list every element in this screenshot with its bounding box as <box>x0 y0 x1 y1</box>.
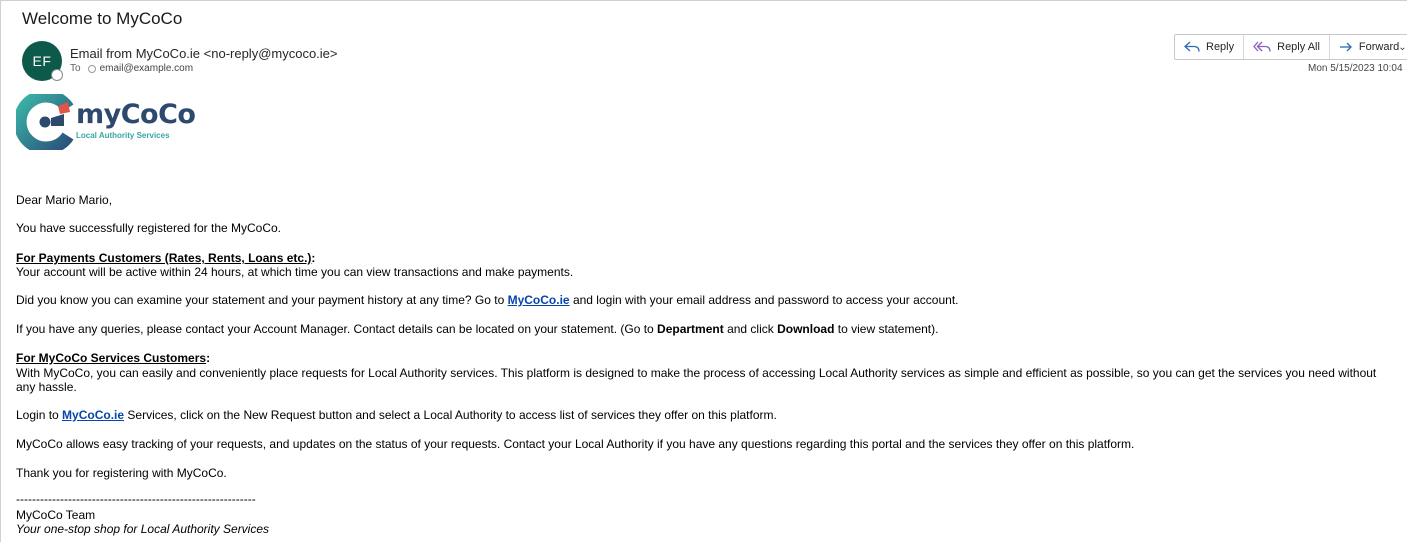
signature-tagline: Your one-stop shop for Local Authority S… <box>16 522 270 536</box>
forward-label: Forward <box>1358 41 1400 53</box>
signature-name: MyCoCo Team <box>16 508 96 522</box>
mycoco-link[interactable]: MyCoCo.ie <box>508 293 570 307</box>
sender-line[interactable]: Email from MyCoCo.ie <no-reply@mycoco.ie… <box>70 46 338 61</box>
message-actions: Reply Reply All Forward <box>1174 34 1407 60</box>
department-term: Department <box>657 322 724 336</box>
login-paragraph: Login to MyCoCo.ie Services, click on th… <box>16 408 777 422</box>
services-heading-colon: : <box>206 351 211 365</box>
received-date: Mon 5/15/2023 10:04 <box>1308 63 1403 74</box>
reply-icon <box>1184 41 1200 52</box>
logo-wordmark: myCoCo <box>76 99 196 130</box>
presence-status-icon <box>51 69 63 81</box>
recipient-presence-icon <box>87 64 96 73</box>
services-heading: For MyCoCo Services Customers <box>16 351 207 365</box>
services-heading-line: For MyCoCo Services Customers: <box>16 351 210 365</box>
greeting: Dear Mario Mario, <box>16 193 113 207</box>
avatar-initials: EF <box>32 53 52 69</box>
statement-text-start: Did you know you can examine your statem… <box>16 293 508 307</box>
payments-heading: For Payments Customers (Rates, Rents, Lo… <box>16 251 312 265</box>
forward-arrow-icon <box>1339 42 1352 52</box>
thanks-line: Thank you for registering with MyCoCo. <box>16 466 227 480</box>
more-actions-button[interactable]: ⌄ <box>1396 34 1407 60</box>
registration-confirmation: You have successfully registered for the… <box>16 221 282 235</box>
logo-subtitle: Local Authority Services <box>76 131 170 140</box>
recipient-line: To email@example.com <box>70 63 193 74</box>
reply-all-icon <box>1253 41 1271 52</box>
payments-text: Your account will be active within 24 ho… <box>16 265 574 279</box>
download-term: Download <box>777 322 835 336</box>
login-text-end: Services, click on the New Request butto… <box>124 408 777 422</box>
login-text-start: Login to <box>16 408 63 422</box>
statement-text-end: and login with your email address and pa… <box>569 293 959 307</box>
recipient-address[interactable]: email@example.com <box>100 63 194 74</box>
chevron-down-icon: ⌄ <box>1398 41 1407 53</box>
reply-label: Reply <box>1206 41 1235 53</box>
queries-text-start: If you have any queries, please contact … <box>16 322 658 336</box>
reply-all-label: Reply All <box>1277 41 1320 53</box>
queries-text-middle: and click <box>723 322 778 336</box>
queries-paragraph: If you have any queries, please contact … <box>16 322 938 336</box>
services-text: With MyCoCo, you can easily and convenie… <box>16 366 1377 394</box>
queries-text-end: to view statement). <box>834 322 939 336</box>
window-border-top <box>0 0 1407 1</box>
statement-paragraph: Did you know you can examine your statem… <box>16 293 958 307</box>
mycoco-services-link[interactable]: MyCoCo.ie <box>62 408 124 422</box>
window-border-left <box>0 0 1 542</box>
payments-heading-colon: : <box>311 251 316 265</box>
reply-all-button[interactable]: Reply All <box>1244 35 1330 59</box>
tracking-paragraph: MyCoCo allows easy tracking of your requ… <box>16 437 1135 451</box>
payments-heading-line: For Payments Customers (Rates, Rents, Lo… <box>16 251 315 265</box>
signature-divider: ----------------------------------------… <box>16 492 256 506</box>
email-subject: Welcome to MyCoCo <box>22 9 183 28</box>
to-label: To <box>70 63 81 74</box>
reply-button[interactable]: Reply <box>1175 35 1245 59</box>
